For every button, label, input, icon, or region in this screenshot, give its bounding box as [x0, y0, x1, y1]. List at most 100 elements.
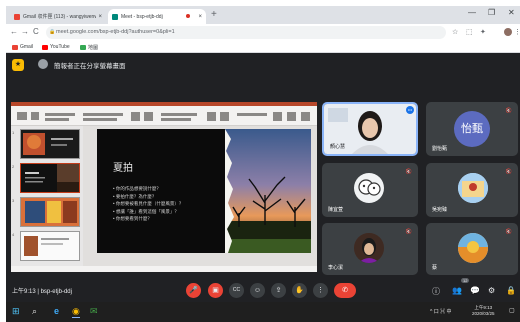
tab-meet[interactable]: Meet - bsp-etjb-ddj ×	[108, 9, 206, 24]
menu-kebab-icon[interactable]: ⋮	[514, 28, 520, 36]
meet-favicon-icon	[112, 13, 118, 20]
tab-gmail[interactable]: Gmail 収件匣 (113) - wangyiwenwjb@gmail.com…	[10, 9, 106, 24]
current-slide[interactable]: 夏拍 你的作品想要說什麼？ 要拍什麼？為什麼？ 你想要被看見什麼（什麼風景）？ …	[97, 129, 311, 253]
back-button[interactable]: ←	[10, 27, 18, 36]
powerpoint-ribbon	[11, 102, 317, 126]
avatar-image	[458, 173, 488, 203]
url-text: meet.google.com/bsp-etjb-ddj?authuser=0&…	[56, 29, 175, 35]
bookmark-label: Gmail	[20, 44, 34, 50]
host-controls-button[interactable]: 🔒	[506, 286, 516, 295]
participant-avatar	[458, 173, 488, 203]
bookmark-youtube[interactable]: YouTube	[42, 44, 70, 50]
mic-off-icon: 🔇	[405, 169, 412, 175]
tab-close-icon[interactable]: ×	[98, 14, 102, 20]
forward-button[interactable]: →	[21, 27, 29, 36]
slide-bullet: 你想要看到什麼？	[113, 215, 183, 223]
close-window-button[interactable]: ✕	[508, 8, 515, 17]
mic-off-icon: 🔇	[505, 169, 512, 175]
participant-name: 蔡	[432, 265, 438, 271]
meeting-code: bsp-etjb-ddj	[40, 289, 72, 295]
slide-thumbnails: 1 2 3 4	[11, 126, 83, 266]
slide-thumbnail[interactable]	[20, 129, 80, 159]
taskbar-clock[interactable]: 上午9:13 2020/03/25	[472, 305, 495, 317]
camera-toggle-button[interactable]: ▣	[208, 283, 223, 298]
participant-avatar	[354, 173, 384, 203]
slide-bullet-list: 你的作品想要說什麼？ 要拍什麼？為什麼？ 你想要被看見什麼（什麼風景）？ 想讓「…	[113, 185, 184, 223]
captions-button[interactable]: CC	[229, 283, 244, 298]
thumb-image	[25, 164, 79, 192]
chat-button[interactable]: 💬	[470, 286, 480, 295]
emoji-button[interactable]: ☺	[250, 283, 265, 298]
slide-thumbnail-active[interactable]	[20, 163, 80, 193]
participant-tile[interactable]: 怡甄 🔇 劉怡甄	[426, 102, 518, 156]
activities-button[interactable]: ⚙	[488, 286, 495, 295]
slide-bullet: 你想要被看見什麼（什麼風景）？	[113, 200, 184, 208]
slide-thumbnail[interactable]	[20, 197, 80, 227]
slide-bullet: 要拍什麼？為什麼？	[113, 193, 183, 201]
bookmark-star-icon[interactable]: ☆	[452, 28, 458, 36]
line-taskbar-icon[interactable]: ✉	[90, 306, 98, 317]
desktop-screen: Gmail 収件匣 (113) - wangyiwenwjb@gmail.com…	[6, 6, 520, 322]
meeting-details: 上午9:13 | bsp-etjb-ddj	[12, 286, 72, 295]
raise-hand-button[interactable]: ✋	[292, 283, 307, 298]
slide-thumbnail[interactable]	[20, 231, 80, 261]
bookmarks-bar: Gmail YouTube 地圖	[6, 41, 520, 53]
youtube-icon	[42, 44, 48, 50]
cast-icon[interactable]: ⬚	[466, 28, 473, 36]
participant-avatar: 怡甄	[454, 111, 490, 147]
slide-editor-canvas: 夏拍 你的作品想要說什麼？ 要拍什麼？為什麼？ 你想要被看見什麼（什麼風景）？ …	[83, 126, 317, 266]
participant-tile[interactable]: 🔇 蔡	[426, 223, 518, 275]
address-bar[interactable]: 🔒 meet.google.com/bsp-etjb-ddj?authuser=…	[46, 26, 446, 39]
people-button[interactable]: 👥	[452, 286, 462, 295]
avatar-image	[354, 233, 384, 263]
mic-toggle-button[interactable]: 🎤	[186, 283, 201, 298]
participant-name: 劉怡甄	[432, 146, 448, 152]
slide-bullet: 想讓「誰」看到這個「風景」？	[113, 208, 183, 216]
thumb-number: 1	[12, 130, 15, 135]
maximize-button[interactable]: ❐	[488, 8, 495, 17]
participant-tile-active[interactable]: 顏心慧 •••	[322, 102, 418, 156]
people-count-badge: 12	[461, 278, 470, 283]
present-button[interactable]: ⇪	[271, 283, 286, 298]
reload-button[interactable]: C	[33, 27, 39, 36]
meet-control-bar: 上午9:13 | bsp-etjb-ddj 🎤 ▣ CC ☺ ⇪ ✋ ⋮ ✆ ⓘ…	[6, 278, 520, 302]
notification-icon[interactable]: ▢	[509, 307, 515, 314]
system-tray[interactable]: ^ 口 ⌘ 中	[430, 308, 452, 315]
search-button[interactable]: ⌕	[32, 306, 37, 317]
bookmark-label: YouTube	[50, 44, 70, 50]
browser-tab-strip: Gmail 収件匣 (113) - wangyiwenwjb@gmail.com…	[6, 6, 520, 24]
ribbon-tools-icon	[17, 112, 310, 121]
thumb-number: 2	[12, 164, 15, 169]
start-button[interactable]: ⊞	[12, 306, 20, 317]
lock-icon: 🔒	[49, 29, 56, 35]
participant-tile[interactable]: 🔇 吳宛臻	[426, 163, 518, 217]
meet-badge-icon[interactable]: ★	[12, 59, 24, 71]
more-options-button[interactable]: ⋮	[313, 283, 328, 298]
meeting-info-button[interactable]: ⓘ	[432, 286, 440, 297]
minimize-button[interactable]: —	[468, 8, 476, 17]
bookmark-maps[interactable]: 地圖	[80, 44, 98, 51]
meeting-clock: 上午9:13	[12, 289, 36, 295]
thumb-image	[24, 236, 69, 256]
shared-screen: 1 2 3 4 夏拍 • 你的作品想要說什麼？ • 要拍什麼？為什麼？ • 你想…	[11, 102, 317, 272]
new-tab-button[interactable]: +	[211, 9, 217, 20]
tab-label: Gmail 収件匣 (113) - wangyiwenwjb@gmail.com	[23, 14, 97, 20]
thumb-number: 3	[12, 198, 15, 203]
bookmark-gmail[interactable]: Gmail	[12, 44, 33, 50]
participant-tile[interactable]: 🔇 陳宜萱	[322, 163, 418, 217]
profile-avatar[interactable]	[504, 28, 512, 36]
participant-avatar	[458, 233, 488, 263]
participant-name: 顏心慧	[330, 144, 346, 150]
thumb-image	[25, 201, 77, 223]
tab-close-icon[interactable]: ×	[198, 14, 202, 20]
end-call-button[interactable]: ✆	[334, 283, 356, 298]
presenting-title: 簡報者正在分享螢幕畫面	[54, 63, 126, 70]
edge-taskbar-icon[interactable]: e	[54, 306, 59, 316]
chrome-taskbar-icon[interactable]: ◉	[72, 306, 80, 318]
meet-call-view: ★ 簡報者正在分享螢幕畫面 1 2 3 4 夏拍 • 你的作品想要說什麼？ • …	[6, 53, 520, 302]
participant-tile[interactable]: 🔇 李心潔	[322, 223, 418, 275]
gmail-icon	[12, 44, 18, 50]
extensions-icon[interactable]: ✦	[480, 28, 486, 36]
thumb-number: 4	[12, 232, 15, 237]
powerpoint-status-bar	[11, 266, 317, 272]
